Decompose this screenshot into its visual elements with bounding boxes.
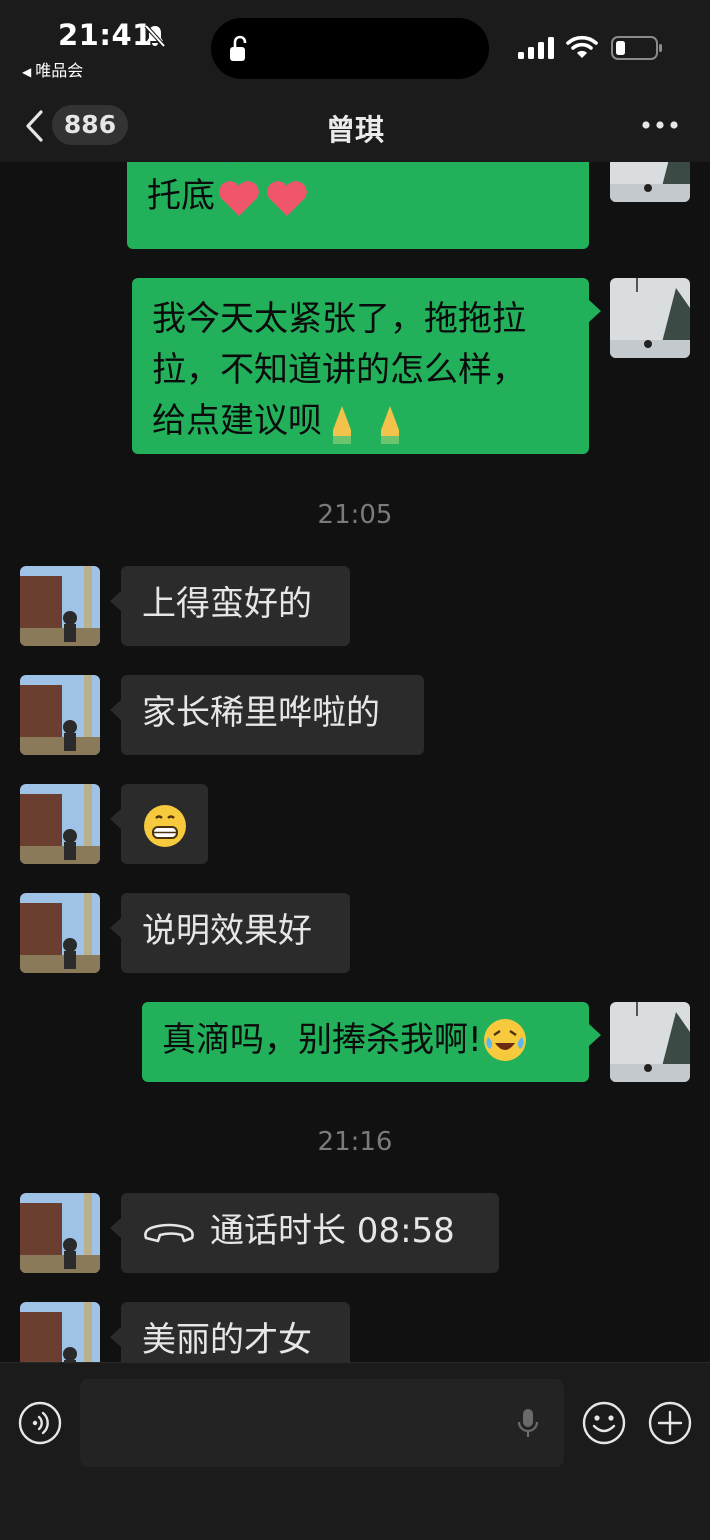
message-text: 感谢🙏今天家长课的捧场 — [147, 162, 569, 171]
unread-count-badge[interactable]: 886 — [52, 105, 128, 145]
back-app-label: 唯品会 — [35, 61, 84, 80]
back-to-app[interactable]: ◀ 唯品会 — [22, 57, 83, 81]
contact-avatar[interactable] — [20, 784, 100, 864]
chat-header: 886 曾琪 — [0, 95, 710, 163]
message-text: 真滴吗，别捧杀我啊! — [162, 1020, 482, 1060]
contact-avatar[interactable] — [20, 566, 100, 646]
timestamp: 21:16 — [317, 1127, 393, 1157]
mic-icon[interactable] — [516, 1407, 540, 1439]
message-list[interactable]: 感谢🙏今天家长课的捧场 托底 我今天太紧张了，拖拖拉 拉，不知道讲的怎么样， 给… — [0, 162, 710, 1362]
incoming-message[interactable]: 说明效果好 — [110, 893, 350, 973]
call-record-message[interactable]: 通话时长 08:58 — [110, 1193, 499, 1273]
signal-icon — [518, 37, 554, 59]
incoming-message[interactable]: 家长稀里哗啦的 — [110, 675, 424, 755]
status-time: 21:41 — [58, 18, 153, 52]
my-avatar[interactable] — [610, 1002, 690, 1082]
grinning-emoji — [144, 804, 186, 847]
message-text: 托底 — [147, 176, 215, 216]
outgoing-message[interactable]: 我今天太紧张了，拖拖拉 拉，不知道讲的怎么样， 给点建议呗 — [132, 278, 601, 454]
my-avatar[interactable] — [610, 278, 690, 358]
message-text: 我今天太紧张了，拖拖拉 — [152, 299, 526, 339]
incoming-message[interactable]: 上得蛮好的 — [110, 566, 350, 646]
plus-icon[interactable] — [648, 1401, 692, 1445]
emoji-icon[interactable] — [582, 1401, 626, 1445]
incoming-message[interactable] — [110, 784, 208, 864]
phone-icon — [144, 1223, 194, 1242]
silent-bell-icon — [144, 24, 166, 48]
message-input[interactable] — [80, 1379, 564, 1467]
dynamic-island — [211, 18, 489, 79]
outgoing-message[interactable]: 感谢🙏今天家长课的捧场 托底 — [127, 162, 589, 249]
lock-icon — [230, 35, 247, 61]
heart-emoji — [219, 180, 307, 216]
wifi-icon — [566, 35, 598, 58]
battery-icon — [611, 36, 662, 60]
message-text: 拉，不知道讲的怎么样， — [152, 350, 526, 390]
laughing-crying-emoji — [483, 1018, 526, 1061]
message-text: 给点建议呗 — [152, 401, 322, 441]
contact-avatar[interactable] — [20, 1302, 100, 1362]
status-bar: 21:41 ◀ 唯品会 — [0, 0, 710, 95]
folded-hands-emoji — [333, 405, 399, 444]
incoming-message[interactable]: 美丽的才女 — [110, 1302, 350, 1362]
more-icon[interactable] — [641, 119, 679, 131]
outgoing-message[interactable]: 真滴吗，别捧杀我啊! — [142, 1002, 601, 1082]
contact-avatar[interactable] — [20, 893, 100, 973]
chat-title: 曾琪 — [325, 113, 384, 147]
contact-avatar[interactable] — [20, 1193, 100, 1273]
call-duration: 通话时长 08:58 — [210, 1211, 455, 1251]
contact-avatar[interactable] — [20, 675, 100, 755]
back-chevron-icon[interactable] — [24, 109, 46, 143]
input-bar — [0, 1362, 710, 1540]
voice-icon[interactable] — [18, 1401, 62, 1445]
timestamp: 21:05 — [317, 500, 393, 530]
my-avatar[interactable] — [610, 162, 690, 202]
